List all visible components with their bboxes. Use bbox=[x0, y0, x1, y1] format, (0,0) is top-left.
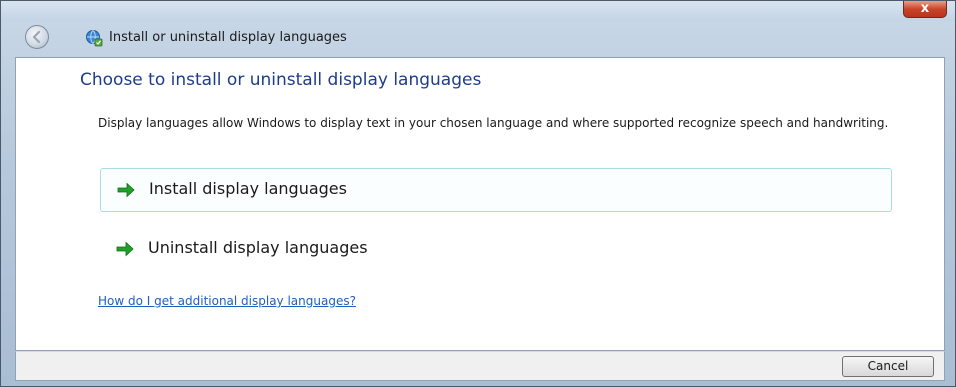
green-arrow-icon bbox=[116, 241, 134, 257]
nav-title: Install or uninstall display languages bbox=[109, 30, 347, 45]
globe-language-icon bbox=[86, 30, 103, 47]
content-pane: Choose to install or uninstall display l… bbox=[15, 57, 945, 351]
close-button[interactable]: x bbox=[903, 1, 947, 18]
uninstall-option-label: Uninstall display languages bbox=[148, 238, 368, 257]
back-button[interactable] bbox=[25, 25, 49, 49]
back-arrow-icon bbox=[32, 30, 41, 44]
dialog-window: x Install or uninstall display languages… bbox=[0, 0, 956, 387]
green-arrow-icon bbox=[117, 182, 135, 198]
uninstall-display-languages-option[interactable]: Uninstall display languages bbox=[100, 228, 892, 272]
page-title: Choose to install or uninstall display l… bbox=[80, 70, 482, 90]
navigation-bar: Install or uninstall display languages bbox=[7, 21, 949, 55]
install-option-label: Install display languages bbox=[149, 179, 347, 198]
description-text: Display languages allow Windows to displ… bbox=[98, 116, 889, 130]
title-bar: x bbox=[1, 1, 955, 21]
additional-languages-help-link[interactable]: How do I get additional display language… bbox=[98, 294, 356, 308]
dialog-footer: Cancel bbox=[15, 351, 945, 381]
cancel-button[interactable]: Cancel bbox=[842, 356, 934, 377]
install-display-languages-option[interactable]: Install display languages bbox=[100, 168, 892, 212]
